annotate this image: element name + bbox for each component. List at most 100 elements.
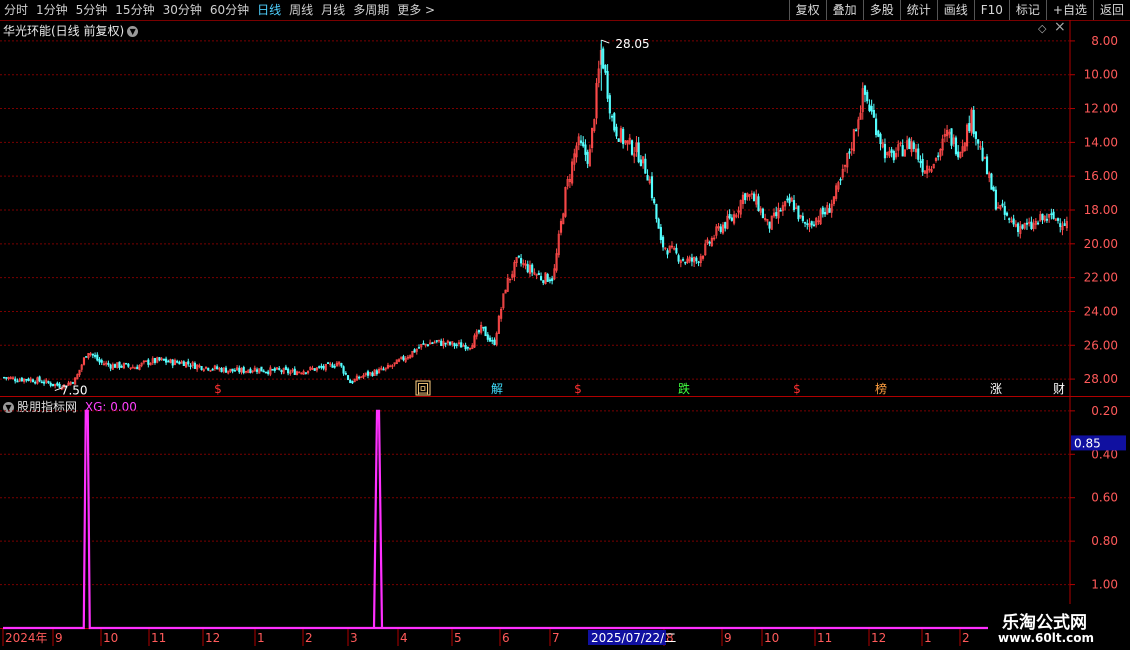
candle-body <box>158 357 161 361</box>
event-marker: 财 <box>1053 382 1065 396</box>
candle-body <box>482 326 485 329</box>
candle-body <box>917 148 920 160</box>
candle-body <box>901 145 904 157</box>
candle-body <box>653 198 656 204</box>
candle-body <box>47 381 50 384</box>
x-tick-label: 11 <box>151 631 166 645</box>
candle-body <box>1030 221 1033 230</box>
candle-body <box>586 151 589 164</box>
candle-body <box>187 361 190 365</box>
candle-body <box>382 368 385 371</box>
x-tick-label: 9 <box>724 631 732 645</box>
candle-body <box>1008 218 1011 220</box>
high-price-label: 28.05 <box>615 37 649 51</box>
candle-body <box>872 109 875 118</box>
candle-body <box>677 255 680 262</box>
candle-body <box>271 369 274 371</box>
candle-body <box>639 159 642 167</box>
stock-chart[interactable]: 28.0026.0024.0022.0020.0018.0016.0014.00… <box>0 0 1130 650</box>
candle-body <box>551 278 554 282</box>
candle-body <box>1012 218 1015 225</box>
candle-body <box>968 123 971 132</box>
candle-body <box>724 222 727 229</box>
candle-body <box>340 363 343 367</box>
x-tick-label: 6 <box>502 631 510 645</box>
candle-body <box>440 340 443 346</box>
candle-body <box>147 359 150 365</box>
candle-body <box>182 361 185 366</box>
candle-body <box>34 381 37 384</box>
candle-body <box>231 368 234 372</box>
candle-body <box>402 356 405 361</box>
candle-body <box>14 378 17 382</box>
candle-body <box>744 193 747 201</box>
event-marker: 涨 <box>990 381 1002 396</box>
candle-body <box>40 381 43 384</box>
candle-body <box>207 367 210 371</box>
event-marker: 榜 <box>875 381 887 396</box>
x-tick-label: 12 <box>205 631 220 645</box>
candle-body <box>273 368 276 371</box>
cursor-date-label: 2025/07/22/二 <box>591 631 676 645</box>
candle-body <box>162 358 165 361</box>
x-tick-label: 5 <box>454 631 462 645</box>
candle-body <box>542 280 545 283</box>
candle-body <box>657 218 660 229</box>
candle-body <box>981 147 984 161</box>
candle-body <box>25 378 28 381</box>
candle-body <box>950 128 953 146</box>
candle-body <box>98 359 101 363</box>
candle-body <box>371 372 374 377</box>
x-tick-label: 9 <box>55 631 63 645</box>
candle-body <box>422 343 425 345</box>
x-tick-label: 3 <box>350 631 358 645</box>
candle-body <box>985 156 989 175</box>
candle-body <box>38 376 41 382</box>
candle-body <box>675 247 678 254</box>
candle-body <box>730 217 733 221</box>
candle-body <box>351 381 354 384</box>
candle-body <box>666 250 669 255</box>
candle-body <box>821 207 824 215</box>
candle-body <box>127 363 130 367</box>
candle-body <box>613 113 616 131</box>
candle-body <box>977 139 980 144</box>
candle-body <box>1025 222 1029 225</box>
candle-body <box>344 372 347 375</box>
candle-body <box>806 223 809 225</box>
candle-body <box>546 274 549 282</box>
candle-body <box>863 85 867 95</box>
candle-body <box>622 128 625 145</box>
candle-body <box>768 221 771 229</box>
candle-body <box>491 339 494 342</box>
candle-body <box>318 366 321 368</box>
candle-body <box>537 272 540 276</box>
candle-body <box>974 131 977 139</box>
candle-body <box>16 380 19 383</box>
candle-body <box>109 364 112 369</box>
candle-body <box>890 149 893 153</box>
y-tick-label: 18.00 <box>1084 203 1118 217</box>
candle-body <box>165 358 168 363</box>
candle-body <box>262 370 265 373</box>
watermark-line2: www.60lt.com <box>998 631 1095 645</box>
candle-body <box>761 208 764 219</box>
candle-body <box>892 151 895 161</box>
candle-body <box>797 205 800 220</box>
candle-body <box>477 330 480 333</box>
candle-body <box>650 176 654 199</box>
candle-body <box>921 158 924 173</box>
candle-body <box>413 349 416 353</box>
candle-body <box>56 382 59 386</box>
xg-signal-line <box>3 409 1068 630</box>
candle-body <box>517 255 520 258</box>
indicator-tick-label: 0.80 <box>1091 534 1118 548</box>
candle-body <box>125 362 128 365</box>
candle-body <box>604 64 607 73</box>
candle-body <box>615 126 618 137</box>
candle-body <box>662 236 665 248</box>
x-tick-label: 2 <box>305 631 313 645</box>
x-tick-label: 11 <box>817 631 832 645</box>
candle-body <box>1063 223 1066 226</box>
candle-body <box>444 342 447 345</box>
